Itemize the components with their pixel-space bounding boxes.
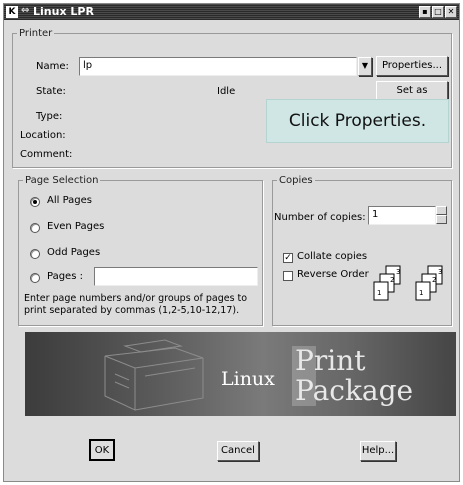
title-bar[interactable]: K ⇔ Linux LPR ▪ □ ✕ xyxy=(4,4,459,20)
pages-range-input[interactable] xyxy=(94,267,258,286)
collate-icon-page-2b: 2 xyxy=(432,276,436,284)
ok-button[interactable]: OK xyxy=(89,439,115,461)
ok-button-label: OK xyxy=(94,445,110,456)
location-label: Location: xyxy=(20,130,66,141)
printer-dropdown-arrow-icon[interactable]: ▼ xyxy=(358,57,372,76)
state-value: Idle xyxy=(217,86,236,97)
window-title: Linux LPR xyxy=(33,5,94,18)
reverse-order-label[interactable]: Reverse Order xyxy=(297,269,369,280)
properties-button-label: Properties... xyxy=(381,60,443,71)
collate-icon-page-3b: 3 xyxy=(438,268,442,276)
printer-group-legend: Printer xyxy=(19,28,53,39)
radio-even-pages[interactable] xyxy=(30,223,40,233)
set-as-default-button[interactable]: Set as Default xyxy=(376,81,448,101)
type-label: Type: xyxy=(36,111,63,122)
collate-copies-checkbox[interactable]: ✓ xyxy=(283,253,293,263)
minimize-icon[interactable]: ▪ xyxy=(419,6,431,18)
banner-print-text: Print xyxy=(295,344,366,377)
properties-button[interactable]: Properties... xyxy=(376,56,448,76)
close-icon[interactable]: ✕ xyxy=(445,6,457,18)
spin-down-icon[interactable] xyxy=(436,215,447,224)
page-selection-legend: Page Selection xyxy=(25,175,99,186)
maximize-icon[interactable]: □ xyxy=(432,6,444,18)
radio-even-pages-label[interactable]: Even Pages xyxy=(47,221,104,232)
kde-k-icon[interactable]: K xyxy=(6,6,18,18)
collate-icon-page-1b: 1 xyxy=(419,289,423,297)
collate-icon-page-2a: 2 xyxy=(390,276,394,284)
banner-linux-text: Linux xyxy=(221,368,275,390)
copies-spinbox-value: 1 xyxy=(372,209,379,220)
number-of-copies-label: Number of copies: xyxy=(274,212,366,223)
comment-label: Comment: xyxy=(20,149,73,160)
radio-odd-pages-label[interactable]: Odd Pages xyxy=(47,247,100,258)
collate-copies-label[interactable]: Collate copies xyxy=(297,251,367,262)
radio-all-pages-label[interactable]: All Pages xyxy=(47,195,92,206)
radio-pages-range[interactable] xyxy=(30,273,40,283)
printer-illustration-icon xyxy=(104,339,204,411)
radio-all-pages[interactable] xyxy=(30,197,40,207)
pin-icon[interactable]: ⇔ xyxy=(21,5,29,16)
pages-hint-text: Enter page numbers and/or groups of page… xyxy=(24,293,248,316)
radio-pages-range-label[interactable]: Pages : xyxy=(47,271,83,282)
copies-legend: Copies xyxy=(279,175,313,186)
linux-print-package-banner: Linux Print Package xyxy=(25,332,456,416)
instruction-callout: Click Properties. xyxy=(266,99,449,143)
copies-spinbox[interactable]: 1 xyxy=(368,206,436,225)
collate-icon-page-1a: 1 xyxy=(377,289,381,297)
cancel-button[interactable]: Cancel xyxy=(217,441,259,461)
help-button-label: Help... xyxy=(361,445,395,456)
spin-up-icon[interactable] xyxy=(436,206,447,215)
help-button[interactable]: Help... xyxy=(360,441,396,461)
printer-name-combobox[interactable]: lp xyxy=(79,57,357,76)
name-label: Name: xyxy=(36,61,69,72)
collate-icon-page-3a: 3 xyxy=(396,268,400,276)
cancel-button-label: Cancel xyxy=(221,445,255,456)
printer-name-value: lp xyxy=(83,60,93,71)
collate-pages-illustration-icon: 3 2 1 3 2 1 xyxy=(373,265,443,301)
banner-package-text: Package xyxy=(295,374,414,407)
lpr-dialog-window: K ⇔ Linux LPR ▪ □ ✕ Printer Name: lp ▼ P… xyxy=(3,3,460,482)
radio-odd-pages[interactable] xyxy=(30,249,40,259)
reverse-order-checkbox[interactable] xyxy=(283,271,293,281)
state-label: State: xyxy=(36,86,66,97)
